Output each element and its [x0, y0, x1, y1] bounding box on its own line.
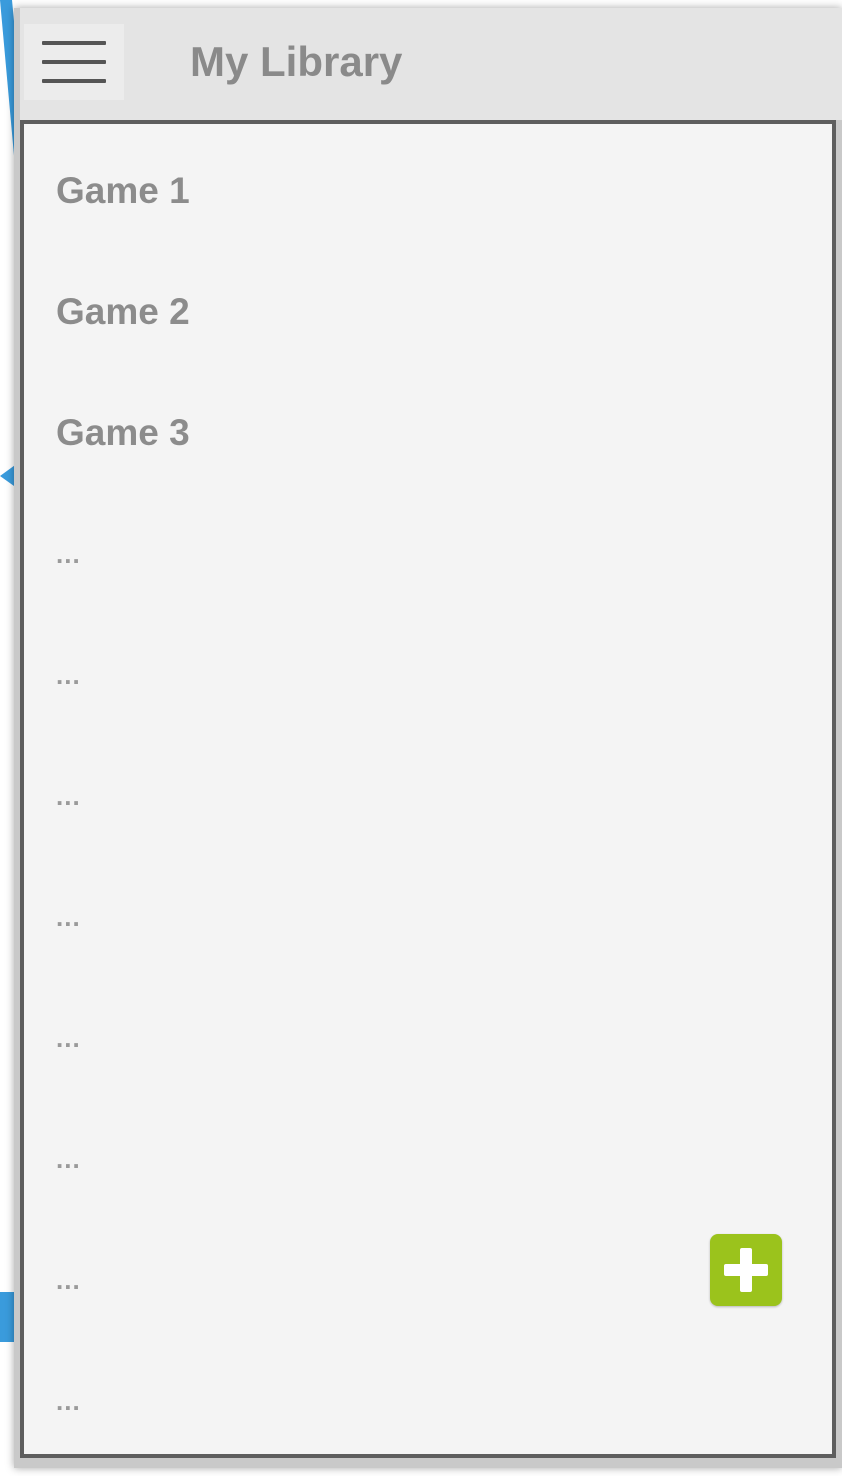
list-item-placeholder[interactable]: ...: [56, 524, 81, 584]
list-item-label: ...: [56, 901, 81, 932]
hamburger-menu-icon: [42, 41, 106, 83]
list-item-label: ...: [56, 1264, 81, 1295]
list-item-placeholder[interactable]: ...: [56, 766, 81, 826]
list-item-label: ...: [56, 538, 81, 569]
menu-button[interactable]: [24, 24, 124, 100]
list-item-label: Game 1: [56, 170, 190, 211]
list-item-label: Game 2: [56, 291, 190, 332]
list-item-game-3[interactable]: Game 3: [56, 403, 190, 463]
plus-icon-vertical-bar: [740, 1248, 752, 1292]
list-item-placeholder[interactable]: ...: [56, 1129, 81, 1189]
list-item-label: Game 3: [56, 412, 190, 453]
list-item-game-2[interactable]: Game 2: [56, 282, 190, 342]
list-item-placeholder[interactable]: ...: [56, 887, 81, 947]
list-item-label: ...: [56, 1143, 81, 1174]
list-item-placeholder[interactable]: ...: [56, 645, 81, 705]
list-item-placeholder[interactable]: ...: [56, 1371, 81, 1431]
list-item-label: ...: [56, 659, 81, 690]
app-bar: My Library: [20, 8, 842, 120]
library-list-panel: Game 1 Game 2 Game 3 ... ... ... ... ...: [20, 120, 836, 1458]
list-item-label: ...: [56, 1022, 81, 1053]
phone-screen: My Library Game 1 Game 2 Game 3 ... ... …: [14, 8, 842, 1468]
list-item-label: ...: [56, 1385, 81, 1416]
list-item-placeholder[interactable]: ...: [56, 1008, 81, 1068]
list-item-label: ...: [56, 780, 81, 811]
list-item-placeholder[interactable]: ...: [56, 1250, 81, 1310]
page-title: My Library: [190, 38, 403, 85]
list-item-game-1[interactable]: Game 1: [56, 161, 190, 221]
add-game-button[interactable]: [710, 1234, 782, 1306]
